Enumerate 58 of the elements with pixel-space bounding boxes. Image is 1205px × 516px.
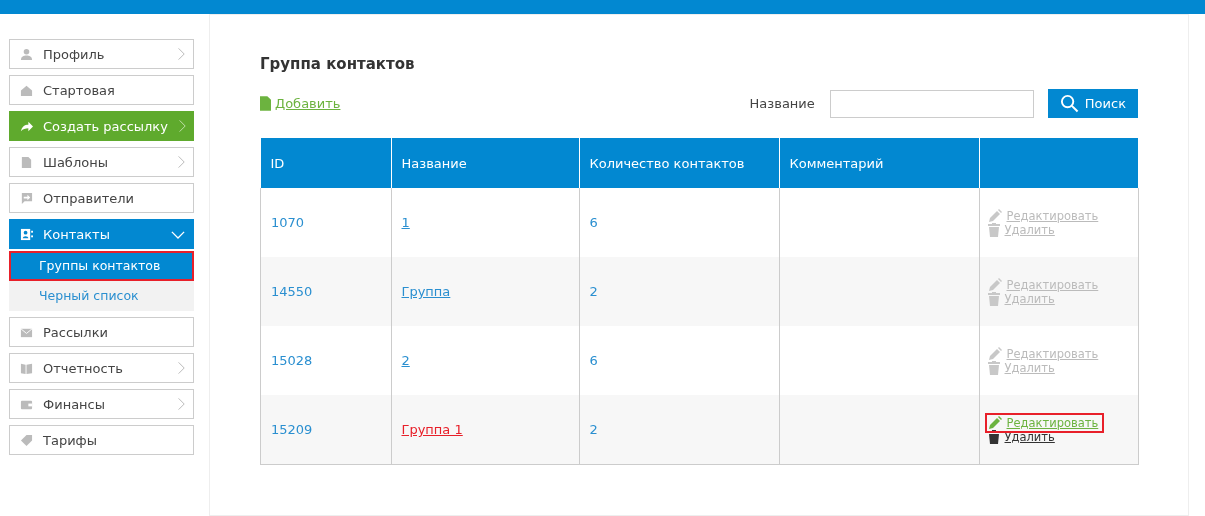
sidebar-item[interactable]: Отправители: [9, 183, 194, 213]
house-icon: [20, 83, 33, 97]
table-cell: 6: [589, 215, 598, 230]
sidebar-item[interactable]: Профиль: [9, 39, 194, 69]
trash-icon: [987, 360, 1000, 375]
table-cell: 2: [589, 284, 598, 299]
table-cell: 15028: [271, 353, 313, 368]
pencil-icon: [987, 208, 1002, 223]
column-header: ID: [260, 138, 391, 188]
trash-icon: [987, 429, 1000, 444]
submenu-item[interactable]: Черный список: [9, 281, 194, 311]
pencil-icon: [987, 277, 1002, 292]
sidebar-item[interactable]: Рассылки: [9, 317, 194, 347]
delete-link[interactable]: Удалить: [987, 429, 1055, 444]
sidebar-item[interactable]: Тарифы: [9, 425, 194, 455]
table-cell: 2: [589, 422, 598, 437]
book-icon: [20, 361, 33, 375]
page-title: Группа контактов: [260, 55, 416, 73]
delete-link[interactable]: Удалить: [987, 360, 1055, 375]
sidebar-item[interactable]: Финансы: [9, 389, 194, 419]
sidebar-item[interactable]: Стартовая: [9, 75, 194, 105]
envelope-icon: [20, 325, 33, 339]
table-cell: 15209: [271, 422, 313, 437]
edit-link[interactable]: Редактировать: [987, 208, 1099, 223]
sidebar-item[interactable]: Создать рассылку: [9, 111, 194, 141]
group-name-link[interactable]: 2: [401, 353, 410, 368]
sidebar-item[interactable]: Шаблоны: [9, 147, 194, 177]
group-name-link[interactable]: Группа 1: [401, 422, 463, 437]
submenu-item[interactable]: Группы контактов: [9, 251, 194, 281]
search-button[interactable]: Поиск: [1047, 89, 1138, 118]
table-cell: 14550: [271, 284, 313, 299]
table-cell: 6: [589, 353, 598, 368]
add-link[interactable]: Добавить: [275, 96, 341, 111]
trash-icon: [987, 291, 1000, 306]
group-name-link[interactable]: Группа: [401, 284, 451, 299]
pencil-icon: [987, 346, 1002, 361]
edit-link[interactable]: Редактировать: [987, 415, 1102, 430]
arrow-icon: [20, 119, 33, 133]
document-icon: [20, 155, 33, 169]
delete-link[interactable]: Удалить: [987, 222, 1055, 237]
trash-icon: [987, 222, 1000, 237]
table-cell: 1070: [271, 215, 305, 230]
person-icon: [20, 47, 33, 61]
column-header: Количество контактов: [579, 138, 779, 188]
sidebar-item[interactable]: Отчетность: [9, 353, 194, 383]
name-input-field[interactable]: [829, 89, 1034, 118]
column-header: Название: [391, 138, 579, 188]
tag-icon: [20, 433, 33, 447]
sidebar-item[interactable]: Контакты: [9, 219, 194, 249]
search-icon: [1059, 94, 1079, 113]
edit-link[interactable]: Редактировать: [987, 346, 1099, 361]
speech-bubble-icon: [20, 191, 33, 205]
document-icon: [260, 96, 271, 111]
contact-card-icon: [20, 227, 33, 241]
pencil-icon: [987, 415, 1002, 430]
field-label: Название: [749, 96, 815, 111]
group-name-link[interactable]: 1: [401, 215, 410, 230]
column-header: Комментарий: [779, 138, 979, 188]
